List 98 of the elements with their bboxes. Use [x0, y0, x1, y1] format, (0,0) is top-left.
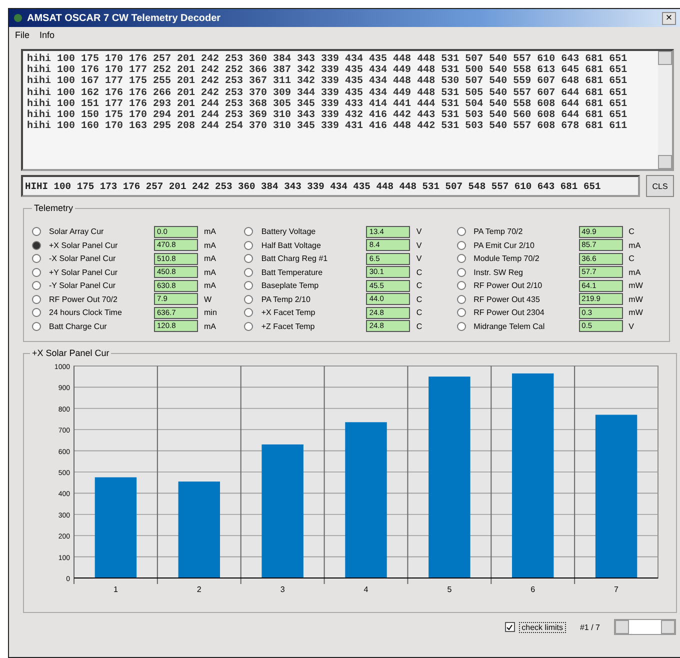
unit-label: mA	[628, 268, 642, 277]
unit-label: C	[416, 322, 424, 331]
log-line: hihi 100 175 170 176 257 201 242 253 360 384 343 339 434 435 448 448 531 507 540 557 610 643 681 651	[27, 54, 628, 65]
radio-button[interactable]	[456, 294, 466, 304]
radio-button[interactable]	[244, 322, 254, 331]
radio-button[interactable]	[456, 281, 466, 290]
radio-button[interactable]	[32, 268, 41, 277]
axis-label: 2	[196, 585, 202, 594]
unit-label: mA	[204, 322, 217, 331]
channel-label: PA Temp 70/2	[474, 227, 524, 236]
frame-counter: #1 / 7	[580, 622, 600, 632]
radio-button[interactable]	[244, 227, 254, 236]
unit-label: mA	[204, 281, 217, 290]
channel-label: Batt Charge Cur	[49, 322, 108, 331]
log-line: hihi 100 160 170 163 295 208 244 254 370 310 345 339 431 416 448 442 531 503 540 557 608 678 681 611	[27, 121, 628, 132]
channel-label: Midrange Telem Cal	[474, 322, 546, 331]
axis-label: 1	[114, 585, 118, 594]
app-icon	[13, 13, 23, 23]
frame-field[interactable]: HIHI 100 175 173 176 257 201 242 253 360 384 343 339 434 435 448 448 531 507 548 557 610 643 681 651	[21, 175, 640, 197]
unit-label: V	[416, 240, 423, 250]
radio-button[interactable]	[456, 227, 466, 236]
channel-label: RF Power Out 2/10	[474, 281, 544, 290]
channel-label: Instr. SW Reg	[474, 268, 524, 277]
checkbox-label[interactable]: check limits	[518, 622, 566, 632]
axis-label: 7	[614, 585, 618, 594]
log-line: hihi 100 176 170 177 252 201 242 252 366 387 342 339 435 434 449 448 531 500 540 558 613 645 681 651	[27, 65, 628, 76]
radio-button[interactable]	[456, 240, 466, 250]
radio-button[interactable]	[244, 240, 254, 250]
channel-label: +X Facet Temp	[261, 308, 316, 318]
radio-button[interactable]	[32, 281, 41, 290]
channel-label: 24 hours Clock Time	[49, 308, 123, 318]
radio-button[interactable]	[244, 268, 254, 277]
unit-label: min	[204, 308, 218, 318]
log-line: hihi 100 150 175 170 294 201 244 253 369 310 343 339 432 416 442 443 531 503 540 560 608 644 681 651	[27, 110, 628, 122]
window-title: AMSAT OSCAR 7 CW Telemetry Decoder	[27, 12, 222, 24]
unit-label: V	[416, 227, 423, 236]
unit-label: W	[204, 294, 213, 304]
unit-label: C	[416, 294, 424, 304]
channel-label: RF Power Out 2304	[474, 308, 546, 318]
unit-label: C	[416, 281, 424, 290]
unit-label: mW	[628, 294, 644, 304]
unit-label: V	[628, 322, 635, 331]
radio-button[interactable]	[244, 294, 254, 304]
unit-label: C	[416, 308, 424, 318]
unit-label: mA	[628, 240, 642, 250]
channel-label: PA Emit Cur 2/10	[474, 240, 536, 250]
channel-label: Baseplate Temp	[261, 281, 320, 290]
channel-label: +Y Solar Panel Cur	[49, 268, 119, 277]
channel-label: Half Batt Voltage	[261, 240, 322, 250]
radio-button[interactable]	[32, 294, 41, 304]
radio-button[interactable]	[32, 240, 41, 250]
channel-label: Solar Array Cur	[49, 227, 105, 236]
cls-button[interactable]: CLS	[646, 175, 674, 197]
log-line: hihi 100 162 176 176 266 201 242 253 370 309 344 339 435 434 449 448 531 505 540 557 607 644 681 651	[27, 88, 628, 99]
radio-button[interactable]	[32, 308, 41, 318]
log-line: hihi 100 151 177 176 293 201 244 253 368 305 345 339 433 414 441 444 531 504 540 558 608 644 681 651	[27, 98, 628, 110]
channel-label: PA Temp 2/10	[261, 294, 312, 304]
radio-button[interactable]	[456, 322, 466, 331]
unit-label: C	[416, 268, 424, 277]
unit-label: mA	[204, 227, 217, 236]
channel-label: Battery Voltage	[261, 227, 317, 236]
unit-label: C	[628, 254, 636, 264]
unit-label: mW	[628, 281, 644, 290]
channel-label: +Z Facet Temp	[261, 322, 316, 331]
channel-label: Module Temp 70/2	[474, 254, 540, 264]
menu-item[interactable]: Info	[40, 30, 55, 40]
radio-button[interactable]	[244, 308, 254, 318]
channel-label: RF Power Out 70/2	[49, 294, 118, 304]
channel-label: RF Power Out 435	[474, 294, 541, 304]
channel-label: +X Solar Panel Cur	[49, 240, 119, 250]
group-title: +X Solar Panel Cur	[31, 348, 110, 358]
radio-button[interactable]	[456, 268, 466, 277]
channel-label: -X Solar Panel Cur	[49, 254, 117, 264]
radio-button[interactable]	[244, 254, 254, 264]
unit-label: C	[628, 227, 636, 236]
axis-label: 4	[364, 585, 368, 594]
close-button[interactable]: ×	[662, 12, 676, 24]
radio-button[interactable]	[244, 281, 254, 290]
unit-label: mW	[628, 308, 644, 318]
unit-label: mA	[204, 268, 217, 277]
radio-button[interactable]	[32, 254, 41, 264]
radio-button[interactable]	[32, 322, 41, 331]
menu-item[interactable]: File	[15, 30, 30, 40]
axis-label: 5	[447, 585, 452, 594]
group-title: Telemetry	[33, 203, 74, 213]
checkbox[interactable]	[504, 622, 515, 632]
radio-button[interactable]	[32, 227, 41, 236]
channel-label: Batt Charg Reg #1	[261, 254, 329, 264]
radio-button[interactable]	[456, 254, 466, 264]
unit-label: mA	[204, 240, 217, 250]
axis-label: 3	[280, 585, 285, 594]
axis-label: 6	[530, 585, 536, 594]
channel-label: Batt Temperature	[261, 268, 324, 277]
unit-label: mA	[204, 254, 217, 264]
radio-button[interactable]	[456, 308, 466, 318]
log-line: hihi 100 167 177 175 255 201 242 253 367 311 342 339 435 434 448 448 530 507 540 559 607 648 681 651	[27, 76, 628, 88]
channel-label: -Y Solar Panel Cur	[49, 281, 117, 290]
unit-label: V	[416, 254, 423, 264]
